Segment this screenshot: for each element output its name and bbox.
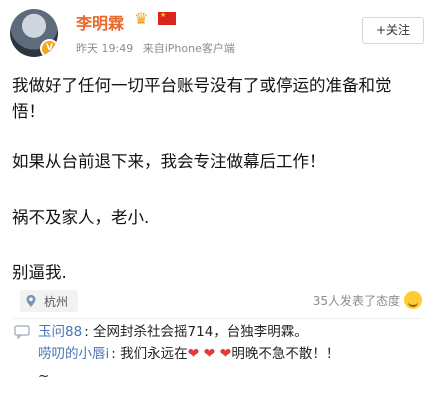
location-tag[interactable]: 杭州 [20, 290, 79, 312]
heart-icon: ❤ [219, 346, 232, 362]
comment-continuation: ~ [38, 368, 50, 384]
author-name[interactable]: 李明霖 [76, 10, 124, 34]
location-pin-icon [26, 295, 36, 307]
comment-body-tail: 明晚不急不散！！ [231, 346, 340, 362]
verified-badge-icon: V [40, 39, 58, 57]
avatar[interactable]: V [10, 9, 58, 57]
comment-item[interactable]: 玉问88: 全网封杀社会摇714，台独李明霖。 [14, 321, 424, 343]
post-source: 来自iPhone客户端 [142, 42, 235, 55]
comment-list: 玉问88: 全网封杀社会摇714，台独李明霖。 唠叨的小唇i: 我们永远在❤ ❤… [14, 321, 424, 387]
smile-emoji-icon [404, 291, 422, 309]
post-meta: 昨天 19:49 来自iPhone客户端 [76, 40, 241, 56]
post-paragraph: 我做好了任何一切平台账号没有了或停运的准备和觉悟！ [12, 76, 392, 121]
post-paragraph: 祸不及家人，老小. [12, 208, 150, 227]
heart-icon: ❤ [187, 346, 200, 362]
post-header: V 李明霖 ♛ ★ 昨天 19:49 来自iPhone客户端 +关注 [0, 0, 432, 66]
comment-user[interactable]: 玉问88 [38, 324, 82, 340]
comment-icon [14, 325, 30, 339]
post-paragraph: 别逼我. [12, 263, 67, 282]
comment-text: 唠叨的小唇i: 我们永远在❤ ❤ ❤明晚不急不散！！ [38, 343, 339, 365]
comment-body: : 全网封杀社会摇714，台独李明霖。 [84, 324, 308, 340]
follow-button[interactable]: +关注 [362, 17, 424, 44]
reactions-summary[interactable]: 35人发表了态度 [313, 291, 422, 309]
crown-icon: ♛ [134, 9, 149, 28]
comment-item[interactable]: 唠叨的小唇i: 我们永远在❤ ❤ ❤明晚不急不散！！ [14, 343, 424, 365]
location-label: 杭州 [44, 294, 69, 309]
post-time: 昨天 19:49 [76, 42, 134, 55]
china-flag-icon: ★ [158, 12, 176, 25]
post-paragraph: 如果从台前退下来，我会专注做幕后工作！ [12, 152, 326, 171]
heart-icon: ❤ [203, 346, 216, 362]
comment-user[interactable]: 唠叨的小唇i [38, 346, 109, 362]
divider [12, 318, 422, 319]
comment-body: : 我们永远在 [111, 346, 188, 362]
comment-text: 玉问88: 全网封杀社会摇714，台独李明霖。 [38, 321, 308, 343]
reactions-count: 35人发表了态度 [312, 293, 400, 308]
